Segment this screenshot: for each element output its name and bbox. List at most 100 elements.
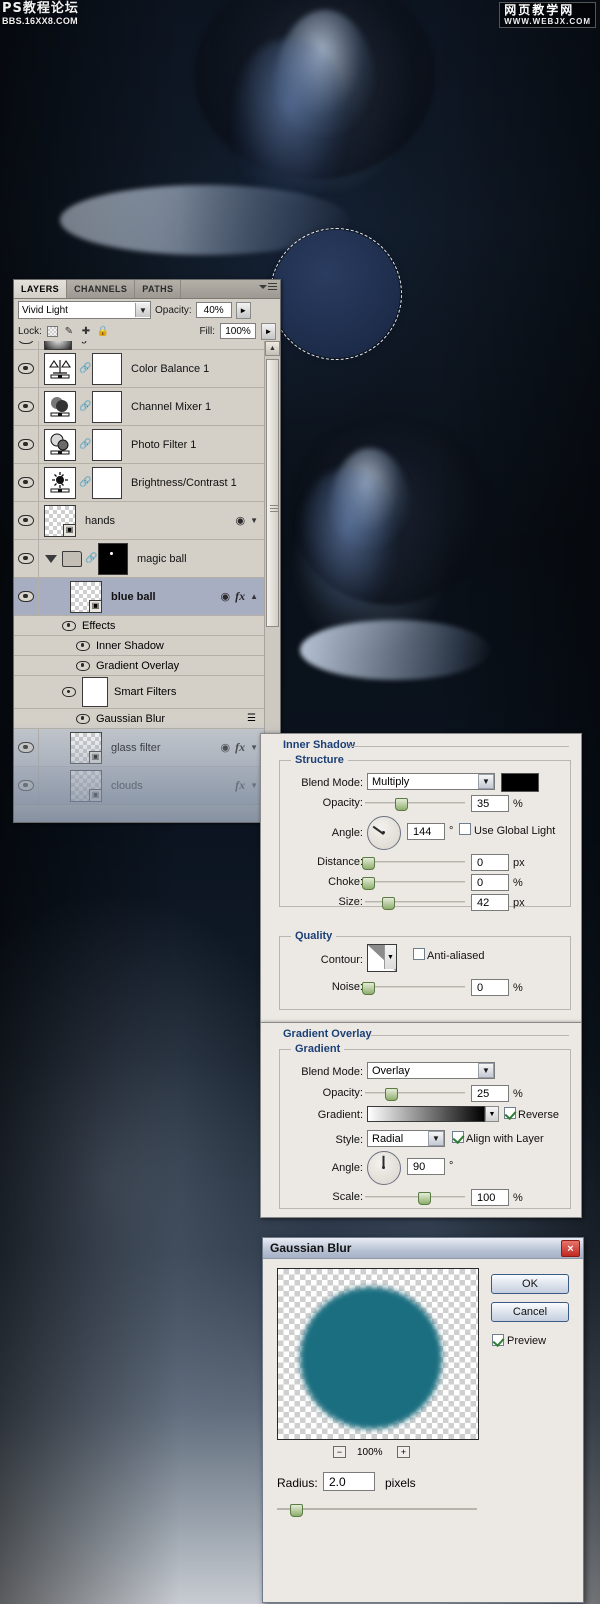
blur-preview[interactable] (277, 1268, 479, 1440)
visibility-toggle[interactable] (14, 388, 39, 425)
slider-knob[interactable] (395, 798, 408, 811)
link-icon[interactable]: 🔗 (79, 439, 91, 450)
link-icon[interactable]: 🔗 (85, 553, 97, 564)
table-row[interactable]: 🔗 Color Balance 1 (14, 350, 264, 388)
table-row[interactable]: 🔗 Photo Filter 1 (14, 426, 264, 464)
layer-name[interactable]: blue ball (111, 591, 220, 603)
blend-mode-select[interactable]: Multiply ▼ (367, 773, 495, 790)
layer-thumbnail[interactable]: ▣ (70, 580, 102, 613)
table-row[interactable]: gradient (14, 341, 264, 350)
layer-row-actions[interactable]: ◉ fx ▼ (220, 740, 264, 755)
eye-icon[interactable] (76, 660, 90, 671)
angle-input[interactable]: 144 (407, 823, 445, 840)
slider-knob[interactable] (362, 982, 375, 995)
layer-mask-thumbnail[interactable] (92, 390, 122, 423)
close-icon[interactable]: × (561, 1240, 580, 1257)
fx-icon[interactable]: fx (235, 740, 245, 755)
link-icon[interactable]: 🔗 (79, 477, 91, 488)
zoom-out-button[interactable]: − (333, 1446, 346, 1458)
layer-name[interactable]: magic ball (137, 553, 264, 565)
lock-image-icon[interactable]: ✎ (63, 325, 75, 337)
lock-transparency-icon[interactable] (46, 325, 58, 337)
table-row[interactable]: 🔗 Channel Mixer 1 (14, 388, 264, 426)
layer-thumbnail[interactable] (44, 428, 76, 461)
table-row[interactable]: ▣ hands ◉ ▼ (14, 502, 264, 540)
chevron-down-icon[interactable]: ▼ (250, 743, 258, 752)
contour-preset-picker[interactable]: ▼ (367, 944, 397, 972)
fx-icon[interactable]: fx (235, 778, 245, 793)
visibility-toggle[interactable] (14, 502, 39, 539)
cancel-button[interactable]: Cancel (491, 1302, 569, 1322)
layer-thumbnail[interactable] (44, 466, 76, 499)
table-row[interactable]: 🔗 magic ball (14, 540, 264, 578)
opacity-input[interactable]: 25 (471, 1085, 509, 1102)
list-item-gradient-overlay[interactable]: Gradient Overlay (14, 656, 264, 676)
reverse-checkbox[interactable] (504, 1107, 516, 1119)
layer-name[interactable]: Photo Filter 1 (131, 439, 264, 451)
layer-thumbnail[interactable] (44, 390, 76, 423)
layer-name[interactable]: Channel Mixer 1 (131, 401, 264, 413)
preview-checkbox[interactable] (492, 1334, 504, 1346)
noise-slider[interactable] (362, 982, 465, 995)
scrollbar-thumb[interactable] (266, 359, 279, 627)
visibility-toggle[interactable] (14, 540, 39, 577)
opacity-slider[interactable] (365, 798, 465, 811)
slider-knob[interactable] (362, 877, 375, 890)
use-global-light-checkbox[interactable] (459, 823, 471, 835)
layer-thumbnail[interactable]: ▣ (70, 731, 102, 764)
choke-slider[interactable] (362, 877, 465, 890)
tab-paths[interactable]: PATHS (135, 280, 182, 298)
layer-thumbnail[interactable] (44, 352, 76, 385)
fx-icon[interactable]: fx (235, 589, 245, 604)
size-slider[interactable] (365, 897, 465, 910)
align-with-layer-checkbox[interactable] (452, 1131, 464, 1143)
layer-list[interactable]: gradient 🔗 Color Balance 1 (14, 341, 264, 821)
angle-dial[interactable] (367, 816, 401, 850)
anti-aliased-checkbox[interactable] (413, 948, 425, 960)
fill-input[interactable]: 100% (220, 323, 256, 339)
gradient-overlay-dialog[interactable]: Gradient Overlay Gradient Blend Mode: Ov… (260, 1022, 582, 1218)
table-row[interactable]: ▣ clouds fx ▼ (14, 767, 264, 805)
slider-knob[interactable] (290, 1504, 303, 1517)
chevron-down-icon[interactable]: ▼ (250, 516, 258, 525)
list-item-gaussian-blur[interactable]: Gaussian Blur ☰ (14, 709, 264, 729)
layers-panel[interactable]: LAYERS CHANNELS PATHS Vivid Light ▼ Opac… (13, 279, 281, 823)
layer-row-actions[interactable]: ◉ ▼ (235, 514, 264, 527)
list-item-inner-shadow[interactable]: Inner Shadow (14, 636, 264, 656)
eye-icon[interactable] (76, 640, 90, 651)
inner-shadow-dialog[interactable]: Inner Shadow Structure Blend Mode: Multi… (260, 733, 582, 1025)
slider-knob[interactable] (418, 1192, 431, 1205)
angle-dial[interactable] (367, 1151, 401, 1185)
chevron-down-icon[interactable]: ▼ (485, 1106, 499, 1122)
layer-thumbnail[interactable]: ▣ (70, 769, 102, 802)
tab-layers[interactable]: LAYERS (14, 280, 68, 298)
gaussian-blur-dialog[interactable]: Gaussian Blur × − 100% + OK Cancel Previ… (262, 1237, 584, 1603)
layer-thumbnail[interactable] (44, 341, 72, 350)
slider-knob[interactable] (362, 857, 375, 870)
filter-blending-options-icon[interactable]: ☰ (247, 713, 264, 724)
layer-row-actions[interactable]: ◉ fx ▲ (220, 589, 264, 604)
layer-thumbnail[interactable]: ▣ (44, 504, 76, 537)
shadow-color-swatch[interactable] (501, 773, 539, 792)
visibility-toggle[interactable] (14, 350, 39, 387)
visibility-toggle[interactable] (14, 578, 39, 615)
slider-knob[interactable] (382, 897, 395, 910)
blend-mode-select[interactable]: Vivid Light ▼ (18, 301, 151, 319)
scroll-up-icon[interactable]: ▲ (265, 341, 280, 356)
radius-input[interactable]: 2.0 (323, 1472, 375, 1491)
link-icon[interactable]: 🔗 (79, 363, 91, 374)
opacity-input[interactable]: 35 (471, 795, 509, 812)
layer-mask-thumbnail[interactable] (92, 352, 122, 385)
scale-slider[interactable] (365, 1192, 465, 1205)
layer-name[interactable]: Color Balance 1 (131, 363, 264, 375)
zoom-in-button[interactable]: + (397, 1446, 410, 1458)
choke-input[interactable]: 0 (471, 874, 509, 891)
layer-mask-thumbnail[interactable] (92, 466, 122, 499)
angle-input[interactable]: 90 (407, 1158, 445, 1175)
visibility-toggle[interactable] (14, 464, 39, 501)
opacity-input[interactable]: 40% (195, 302, 232, 318)
layer-name[interactable]: clouds (111, 780, 235, 792)
opacity-stepper[interactable]: ► (235, 301, 251, 319)
noise-input[interactable]: 0 (471, 979, 509, 996)
layer-name[interactable]: Brightness/Contrast 1 (131, 477, 264, 489)
